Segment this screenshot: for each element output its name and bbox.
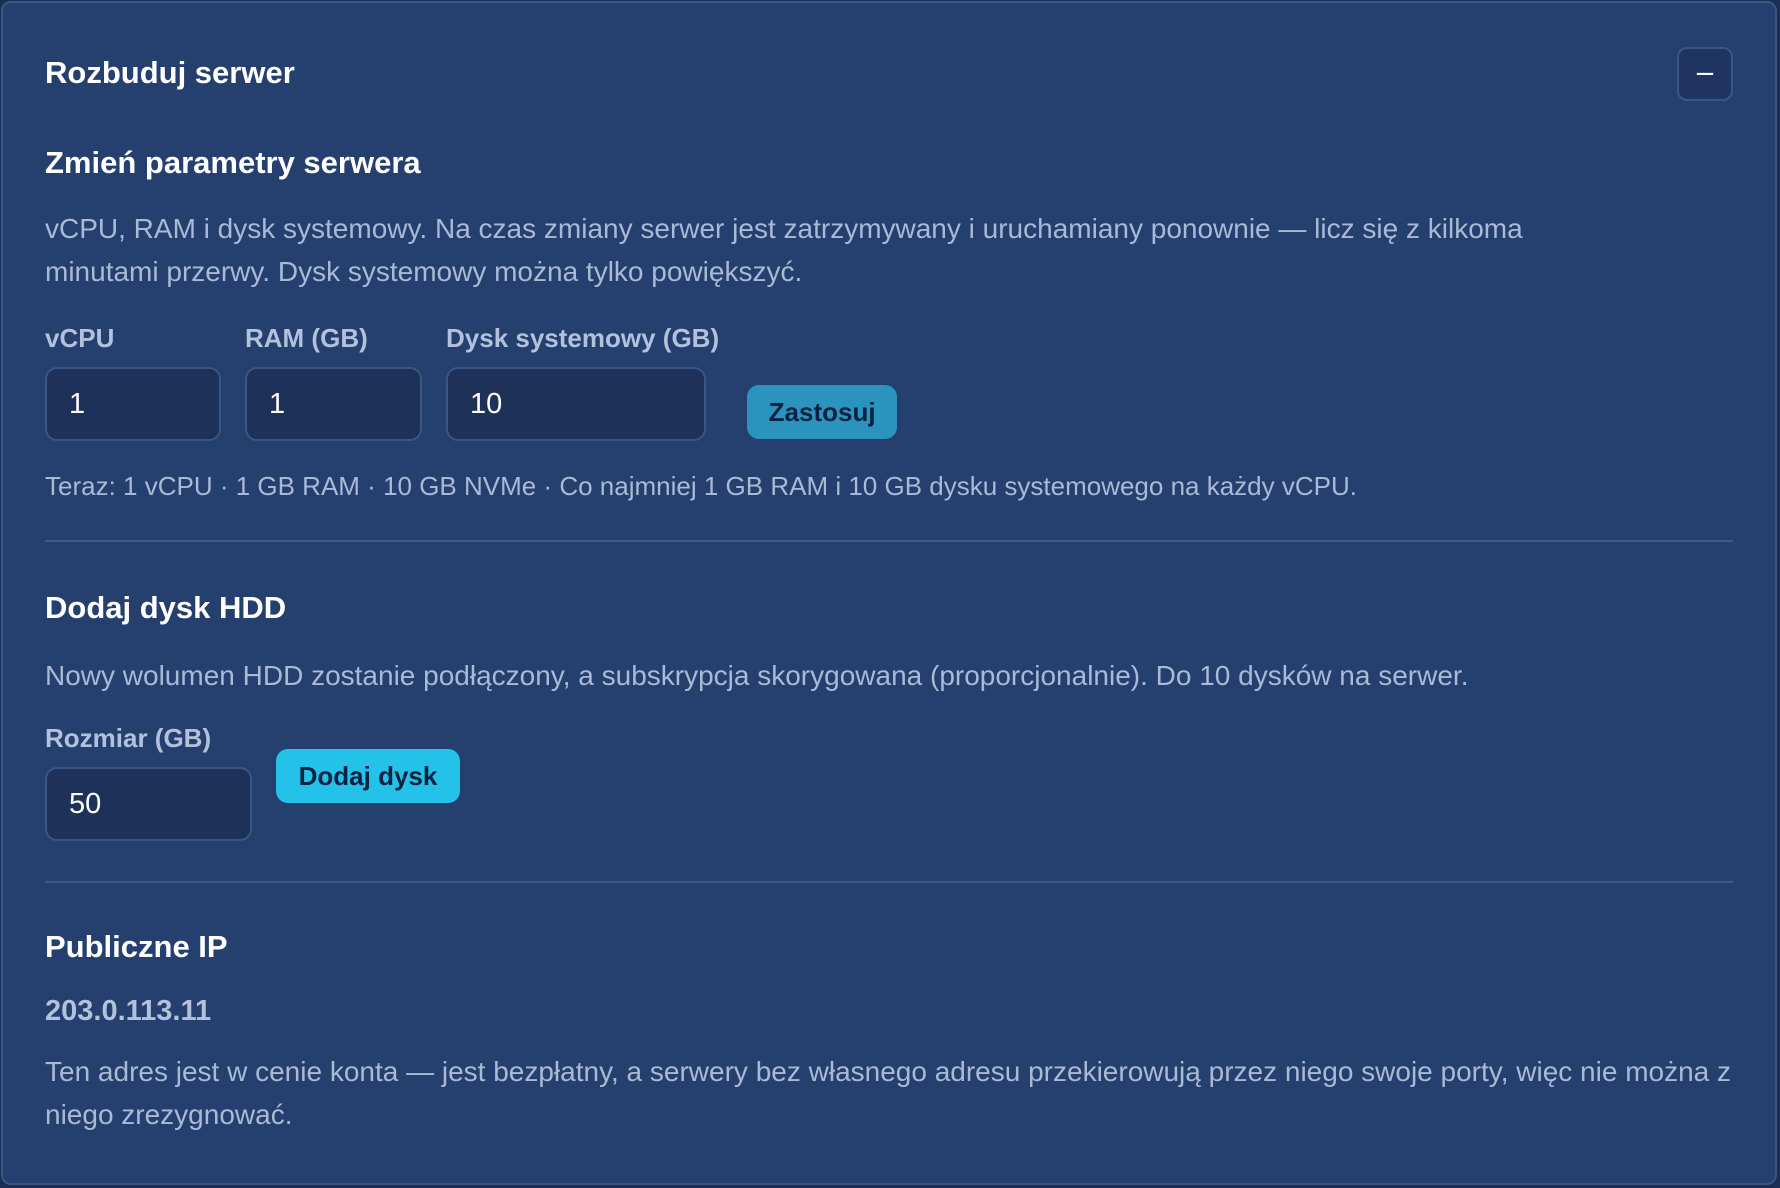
public-ip-description: Ten adres jest w cenie konta — jest bezp… — [45, 1056, 1732, 1130]
collapse-button[interactable]: − — [1677, 47, 1733, 101]
add-hdd-section: Dodaj dysk HDD Nowy wolumen HDD zostanie… — [45, 590, 1733, 841]
public-ip-section-title: Publiczne IP — [45, 929, 228, 964]
apply-button[interactable]: Zastosuj — [747, 385, 898, 439]
panel-title: Rozbuduj serwer — [45, 55, 295, 90]
section-divider — [45, 881, 1733, 883]
system-disk-label: Dysk systemowy (GB) — [446, 323, 720, 353]
vcpu-field: vCPU — [45, 323, 221, 441]
hdd-size-input[interactable] — [45, 767, 252, 841]
upgrade-server-panel: Rozbuduj serwer − Zmień parametry serwer… — [1, 1, 1777, 1185]
vcpu-label: vCPU — [45, 323, 115, 353]
resize-form: vCPU RAM (GB) Dysk systemowy (GB) Zastos… — [45, 323, 1733, 441]
vcpu-input[interactable] — [45, 367, 221, 441]
public-ip-section: Publiczne IP 203.0.113.11 Ten adres jest… — [45, 929, 1733, 1136]
add-hdd-section-title: Dodaj dysk HDD — [45, 590, 287, 625]
hdd-size-field: Rozmiar (GB) — [45, 723, 252, 841]
add-hdd-description: Nowy wolumen HDD zostanie podłączony, a … — [45, 660, 1469, 691]
resize-section: Zmień parametry serwera vCPU, RAM i dysk… — [45, 145, 1733, 502]
ram-input[interactable] — [245, 367, 422, 441]
current-config-hint: Teraz: 1 vCPU · 1 GB RAM · 10 GB NVMe · … — [45, 471, 1357, 501]
system-disk-field: Dysk systemowy (GB) — [446, 323, 719, 441]
resize-section-title: Zmień parametry serwera — [45, 145, 421, 180]
ram-label: RAM (GB) — [245, 323, 368, 353]
hdd-size-label: Rozmiar (GB) — [45, 723, 212, 753]
public-ip-address: 203.0.113.11 — [45, 995, 212, 1027]
add-disk-button[interactable]: Dodaj dysk — [276, 749, 460, 803]
system-disk-input[interactable] — [446, 367, 706, 441]
add-hdd-form: Rozmiar (GB) Dodaj dysk — [45, 723, 1733, 841]
ram-field: RAM (GB) — [245, 323, 422, 441]
panel-header: Rozbuduj serwer − — [45, 3, 1733, 145]
section-divider — [45, 540, 1733, 542]
resize-description: vCPU, RAM i dysk systemowy. Na czas zmia… — [45, 213, 1523, 287]
